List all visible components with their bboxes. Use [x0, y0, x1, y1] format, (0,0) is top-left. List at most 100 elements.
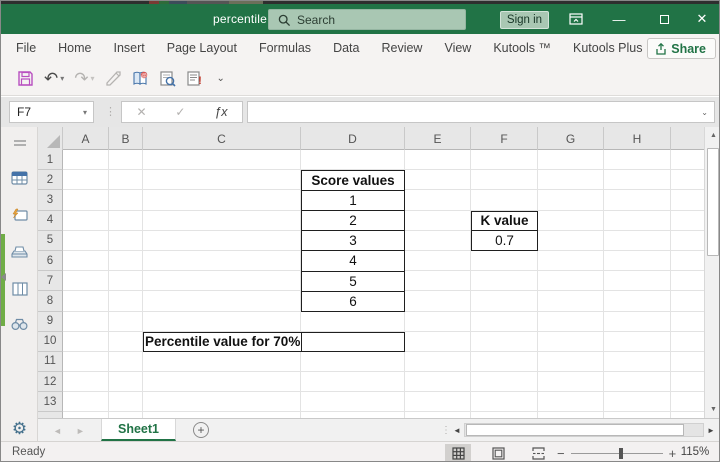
pane-printer-button[interactable] [1, 245, 38, 259]
cell-c10-percentile-label[interactable]: Percentile value for 70% [144, 332, 302, 351]
pane-flash-button[interactable] [1, 208, 38, 222]
customize-quick-access-button[interactable]: ⌄ [213, 66, 229, 92]
add-sheet-button[interactable]: + [193, 422, 209, 438]
ribbon-tab-review[interactable]: Review [370, 34, 433, 62]
document-alert-button[interactable]: ! [182, 66, 207, 92]
percentile-row[interactable]: Percentile value for 70% [143, 331, 405, 352]
insert-function-icon[interactable]: ƒx [214, 105, 227, 119]
cell-d6[interactable]: 4 [302, 250, 404, 270]
scroll-left-icon[interactable]: ◄ [450, 426, 464, 435]
select-all-button[interactable] [38, 127, 63, 150]
next-sheet-icon[interactable]: ► [76, 426, 85, 436]
vertical-scroll-thumb[interactable] [707, 148, 719, 256]
prev-sheet-icon[interactable]: ◄ [53, 426, 62, 436]
cancel-icon[interactable]: ✕ [136, 105, 146, 119]
ribbon-tab-home[interactable]: Home [47, 34, 102, 62]
score-values-table[interactable]: Score values 1 2 3 4 5 6 [301, 170, 405, 312]
column-header-h[interactable]: H [604, 127, 671, 150]
row-header-2[interactable]: 2 [38, 170, 63, 191]
row-header-10[interactable]: 10 [38, 331, 63, 352]
zoom-level[interactable]: 115% [673, 446, 717, 458]
ribbon-tab-kutools[interactable]: Kutools ™ [482, 34, 562, 62]
row-header-8[interactable]: 8 [38, 291, 63, 312]
tab-sheet1[interactable]: Sheet1 [101, 419, 176, 441]
k-value-table[interactable]: K value 0.7 [471, 210, 538, 251]
row-header-12[interactable]: 12 [38, 372, 63, 393]
row-header-11[interactable]: 11 [38, 351, 63, 373]
name-box-dropdown-icon[interactable]: ▾ [83, 108, 87, 117]
cell-d3[interactable]: 1 [302, 190, 404, 210]
cell-f4-k-header[interactable]: K value [472, 212, 537, 231]
row-header-4[interactable]: 4 [38, 210, 63, 231]
undo-dropdown-arrow[interactable]: ▾ [60, 74, 64, 83]
pane-settings-button[interactable]: ⚙ [1, 419, 38, 439]
column-header-b[interactable]: B [109, 127, 143, 150]
redo-button[interactable]: ↷ ▾ [70, 66, 98, 92]
enter-icon[interactable]: ✓ [175, 105, 185, 119]
name-box[interactable]: F7 ▾ [9, 101, 94, 123]
print-preview-button[interactable] [155, 66, 180, 92]
share-button[interactable]: Share [647, 38, 716, 59]
save-icon [18, 71, 33, 86]
column-header-d[interactable]: D [301, 127, 405, 150]
expand-formula-bar-icon[interactable]: ⌄ [701, 108, 708, 117]
pane-find-button[interactable] [1, 318, 38, 331]
minimize-button[interactable]: — [602, 4, 636, 34]
vertical-scrollbar[interactable]: ▲ ▼ [704, 127, 719, 418]
cell-d4[interactable]: 2 [302, 210, 404, 230]
pane-collapse-arrow[interactable] [1, 273, 6, 281]
ribbon-tab-page-layout[interactable]: Page Layout [156, 34, 248, 62]
formula-bar-grabber[interactable]: ⋮ [105, 105, 116, 118]
close-button[interactable]: ✕ [685, 4, 719, 34]
column-header-c[interactable]: C [143, 127, 301, 150]
save-button[interactable] [13, 66, 38, 92]
horizontal-scroll-track[interactable] [464, 423, 704, 437]
horizontal-scrollbar[interactable]: ◄ ► [450, 421, 718, 439]
column-header-f[interactable]: F [471, 127, 538, 150]
page-layout-view-button[interactable] [485, 444, 511, 462]
draw-tool-button[interactable] [101, 66, 126, 92]
row-header-13[interactable]: 13 [38, 392, 63, 413]
cell-d2-score-header[interactable]: Score values [302, 171, 404, 190]
zoom-slider-thumb[interactable] [618, 447, 623, 459]
normal-view-button[interactable] [445, 443, 471, 461]
pane-workbook-button[interactable] [1, 171, 38, 185]
row-header-9[interactable]: 9 [38, 311, 63, 332]
cell-d5[interactable]: 3 [302, 230, 404, 250]
ribbon-display-options-button[interactable] [559, 4, 593, 34]
scroll-down-icon[interactable]: ▼ [705, 401, 719, 418]
column-header-a[interactable]: A [63, 127, 109, 150]
cell-f5-k-value[interactable]: 0.7 [472, 230, 537, 250]
scroll-right-icon[interactable]: ► [704, 426, 718, 435]
row-header-1[interactable]: 1 [38, 150, 63, 171]
row-header-6[interactable]: 6 [38, 250, 63, 272]
redo-dropdown-arrow[interactable]: ▾ [91, 74, 95, 83]
row-header-5[interactable]: 5 [38, 230, 63, 251]
ribbon-tab-formulas[interactable]: Formulas [248, 34, 322, 62]
ribbon-tab-view[interactable]: View [433, 34, 482, 62]
formula-input[interactable]: ⌄ [247, 101, 715, 123]
cell-d10-result[interactable] [302, 333, 404, 351]
book-info-button[interactable]: @ [128, 66, 153, 92]
scroll-up-icon[interactable]: ▲ [705, 127, 719, 144]
column-header-g[interactable]: G [538, 127, 604, 150]
pane-menu-button[interactable] [1, 139, 38, 147]
ribbon-tab-file[interactable]: File [5, 34, 47, 62]
maximize-button[interactable] [647, 4, 681, 34]
pane-columns-button[interactable] [1, 282, 38, 296]
ribbon-tab-data[interactable]: Data [322, 34, 370, 62]
undo-button[interactable]: ↶ ▾ [40, 66, 68, 92]
sign-in-button[interactable]: Sign in [500, 11, 549, 29]
horizontal-scroll-thumb[interactable] [466, 424, 684, 436]
column-header-e[interactable]: E [405, 127, 471, 150]
cell-d8[interactable]: 6 [302, 290, 404, 311]
ribbon-tab-insert[interactable]: Insert [103, 34, 156, 62]
row-header-7[interactable]: 7 [38, 271, 63, 292]
page-break-preview-button[interactable] [525, 444, 551, 462]
zoom-out-button[interactable]: − [551, 446, 571, 461]
ribbon-tab-kutools-plus[interactable]: Kutools Plus [562, 34, 653, 62]
zoom-slider-track[interactable] [570, 447, 663, 459]
cell-d7[interactable]: 5 [302, 270, 404, 291]
row-header-3[interactable]: 3 [38, 190, 63, 211]
search-box[interactable]: Search [268, 9, 466, 30]
